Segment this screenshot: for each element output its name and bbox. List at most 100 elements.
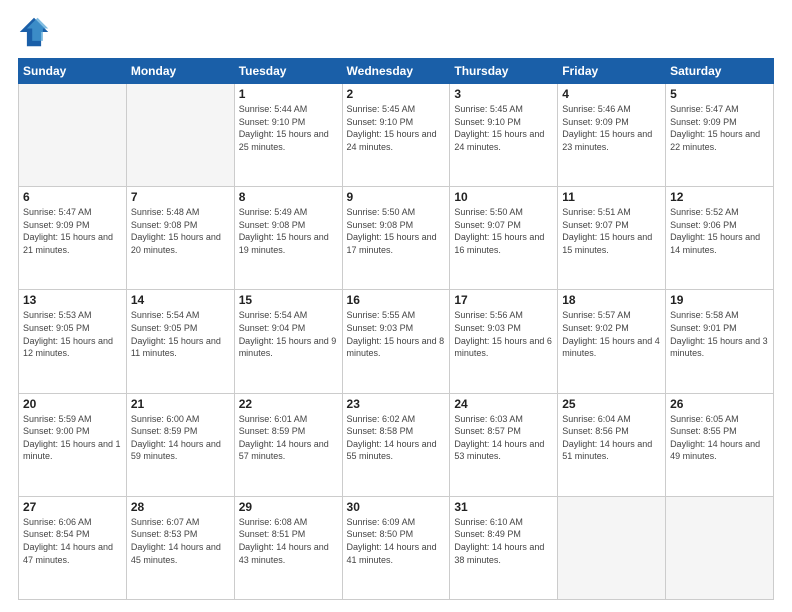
weekday-header-monday: Monday	[126, 59, 234, 84]
calendar-cell: 7Sunrise: 5:48 AMSunset: 9:08 PMDaylight…	[126, 187, 234, 290]
calendar-cell	[666, 496, 774, 599]
header	[18, 16, 774, 48]
calendar-cell: 21 Sunrise: 6:00 AMSunset: 8:59 PMDayligh…	[126, 393, 234, 496]
day-number: 26	[670, 397, 769, 411]
weekday-header-row: SundayMondayTuesdayWednesdayThursdayFrid…	[19, 59, 774, 84]
calendar-cell: 17 Sunrise: 5:56 AMSunset: 9:03 PMDayligh…	[450, 290, 558, 393]
calendar-cell: 11 Sunrise: 5:51 AMSunset: 9:07 PMDayligh…	[558, 187, 666, 290]
day-number: 20	[23, 397, 122, 411]
week-row-5: 27 Sunrise: 6:06 AMSunset: 8:54 PMDayligh…	[19, 496, 774, 599]
day-info: Sunrise: 5:53 AMSunset: 9:05 PMDaylight:…	[23, 309, 122, 359]
calendar-cell: 5Sunrise: 5:47 AMSunset: 9:09 PMDaylight…	[666, 84, 774, 187]
day-info: Sunrise: 5:54 AMSunset: 9:05 PMDaylight:…	[131, 309, 230, 359]
day-number: 11	[562, 190, 661, 204]
day-info: Sunrise: 5:45 AMSunset: 9:10 PMDaylight:…	[347, 103, 446, 153]
day-number: 18	[562, 293, 661, 307]
calendar-cell: 9Sunrise: 5:50 AMSunset: 9:08 PMDaylight…	[342, 187, 450, 290]
logo-icon	[18, 16, 50, 48]
calendar-cell: 10 Sunrise: 5:50 AMSunset: 9:07 PMDayligh…	[450, 187, 558, 290]
weekday-header-sunday: Sunday	[19, 59, 127, 84]
day-info: Sunrise: 6:04 AMSunset: 8:56 PMDaylight:…	[562, 413, 661, 463]
day-number: 30	[347, 500, 446, 514]
day-number: 1	[239, 87, 338, 101]
calendar-cell: 27 Sunrise: 6:06 AMSunset: 8:54 PMDayligh…	[19, 496, 127, 599]
day-number: 12	[670, 190, 769, 204]
calendar-cell: 3 Sunrise: 5:45 AMSunset: 9:10 PMDaylight…	[450, 84, 558, 187]
day-info: Sunrise: 6:08 AMSunset: 8:51 PMDaylight:…	[239, 516, 338, 566]
day-number: 19	[670, 293, 769, 307]
week-row-1: 1Sunrise: 5:44 AMSunset: 9:10 PMDaylight…	[19, 84, 774, 187]
day-number: 3	[454, 87, 553, 101]
day-number: 7	[131, 190, 230, 204]
calendar-cell: 30 Sunrise: 6:09 AMSunset: 8:50 PMDayligh…	[342, 496, 450, 599]
week-row-4: 20 Sunrise: 5:59 AMSunset: 9:00 PMDayligh…	[19, 393, 774, 496]
day-info: Sunrise: 5:45 AMSunset: 9:10 PMDaylight:…	[454, 103, 553, 153]
day-number: 22	[239, 397, 338, 411]
calendar-cell	[558, 496, 666, 599]
day-number: 6	[23, 190, 122, 204]
day-number: 17	[454, 293, 553, 307]
day-number: 2	[347, 87, 446, 101]
calendar-cell: 2 Sunrise: 5:45 AMSunset: 9:10 PMDaylight…	[342, 84, 450, 187]
day-info: Sunrise: 6:05 AMSunset: 8:55 PMDaylight:…	[670, 413, 769, 463]
day-number: 10	[454, 190, 553, 204]
day-info: Sunrise: 6:03 AMSunset: 8:57 PMDaylight:…	[454, 413, 553, 463]
day-info: Sunrise: 6:00 AMSunset: 8:59 PMDaylight:…	[131, 413, 230, 463]
day-info: Sunrise: 5:47 AMSunset: 9:09 PMDaylight:…	[670, 103, 769, 153]
calendar-cell: 6Sunrise: 5:47 AMSunset: 9:09 PMDaylight…	[19, 187, 127, 290]
calendar-cell: 25 Sunrise: 6:04 AMSunset: 8:56 PMDayligh…	[558, 393, 666, 496]
calendar-cell: 4Sunrise: 5:46 AMSunset: 9:09 PMDaylight…	[558, 84, 666, 187]
calendar-cell: 18 Sunrise: 5:57 AMSunset: 9:02 PMDayligh…	[558, 290, 666, 393]
day-number: 13	[23, 293, 122, 307]
day-info: Sunrise: 5:58 AMSunset: 9:01 PMDaylight:…	[670, 309, 769, 359]
day-info: Sunrise: 6:06 AMSunset: 8:54 PMDaylight:…	[23, 516, 122, 566]
calendar-cell: 19 Sunrise: 5:58 AMSunset: 9:01 PMDayligh…	[666, 290, 774, 393]
day-info: Sunrise: 6:07 AMSunset: 8:53 PMDaylight:…	[131, 516, 230, 566]
day-number: 16	[347, 293, 446, 307]
day-info: Sunrise: 5:55 AMSunset: 9:03 PMDaylight:…	[347, 309, 446, 359]
calendar-cell: 20 Sunrise: 5:59 AMSunset: 9:00 PMDayligh…	[19, 393, 127, 496]
calendar-cell: 29Sunrise: 6:08 AMSunset: 8:51 PMDayligh…	[234, 496, 342, 599]
week-row-3: 13 Sunrise: 5:53 AMSunset: 9:05 PMDayligh…	[19, 290, 774, 393]
day-info: Sunrise: 5:59 AMSunset: 9:00 PMDaylight:…	[23, 413, 122, 463]
calendar-cell	[19, 84, 127, 187]
day-info: Sunrise: 5:56 AMSunset: 9:03 PMDaylight:…	[454, 309, 553, 359]
weekday-header-thursday: Thursday	[450, 59, 558, 84]
day-info: Sunrise: 5:50 AMSunset: 9:07 PMDaylight:…	[454, 206, 553, 256]
calendar-cell: 12 Sunrise: 5:52 AMSunset: 9:06 PMDayligh…	[666, 187, 774, 290]
calendar-cell	[126, 84, 234, 187]
day-number: 25	[562, 397, 661, 411]
weekday-header-friday: Friday	[558, 59, 666, 84]
day-info: Sunrise: 5:49 AMSunset: 9:08 PMDaylight:…	[239, 206, 338, 256]
day-number: 27	[23, 500, 122, 514]
day-info: Sunrise: 5:46 AMSunset: 9:09 PMDaylight:…	[562, 103, 661, 153]
calendar-cell: 22 Sunrise: 6:01 AMSunset: 8:59 PMDayligh…	[234, 393, 342, 496]
calendar-cell: 8Sunrise: 5:49 AMSunset: 9:08 PMDaylight…	[234, 187, 342, 290]
calendar: SundayMondayTuesdayWednesdayThursdayFrid…	[18, 58, 774, 600]
day-number: 15	[239, 293, 338, 307]
day-info: Sunrise: 6:01 AMSunset: 8:59 PMDaylight:…	[239, 413, 338, 463]
calendar-cell: 16 Sunrise: 5:55 AMSunset: 9:03 PMDayligh…	[342, 290, 450, 393]
day-info: Sunrise: 5:54 AMSunset: 9:04 PMDaylight:…	[239, 309, 338, 359]
weekday-header-tuesday: Tuesday	[234, 59, 342, 84]
day-number: 28	[131, 500, 230, 514]
day-number: 31	[454, 500, 553, 514]
day-number: 21	[131, 397, 230, 411]
calendar-cell: 1Sunrise: 5:44 AMSunset: 9:10 PMDaylight…	[234, 84, 342, 187]
day-info: Sunrise: 5:57 AMSunset: 9:02 PMDaylight:…	[562, 309, 661, 359]
calendar-cell: 28 Sunrise: 6:07 AMSunset: 8:53 PMDayligh…	[126, 496, 234, 599]
calendar-cell: 23Sunrise: 6:02 AMSunset: 8:58 PMDayligh…	[342, 393, 450, 496]
day-number: 14	[131, 293, 230, 307]
day-info: Sunrise: 5:52 AMSunset: 9:06 PMDaylight:…	[670, 206, 769, 256]
day-number: 24	[454, 397, 553, 411]
weekday-header-wednesday: Wednesday	[342, 59, 450, 84]
week-row-2: 6Sunrise: 5:47 AMSunset: 9:09 PMDaylight…	[19, 187, 774, 290]
day-info: Sunrise: 5:51 AMSunset: 9:07 PMDaylight:…	[562, 206, 661, 256]
logo	[18, 16, 54, 48]
page: SundayMondayTuesdayWednesdayThursdayFrid…	[0, 0, 792, 612]
day-info: Sunrise: 6:09 AMSunset: 8:50 PMDaylight:…	[347, 516, 446, 566]
weekday-header-saturday: Saturday	[666, 59, 774, 84]
calendar-cell: 31Sunrise: 6:10 AMSunset: 8:49 PMDayligh…	[450, 496, 558, 599]
calendar-cell: 15 Sunrise: 5:54 AMSunset: 9:04 PMDayligh…	[234, 290, 342, 393]
calendar-cell: 26 Sunrise: 6:05 AMSunset: 8:55 PMDayligh…	[666, 393, 774, 496]
